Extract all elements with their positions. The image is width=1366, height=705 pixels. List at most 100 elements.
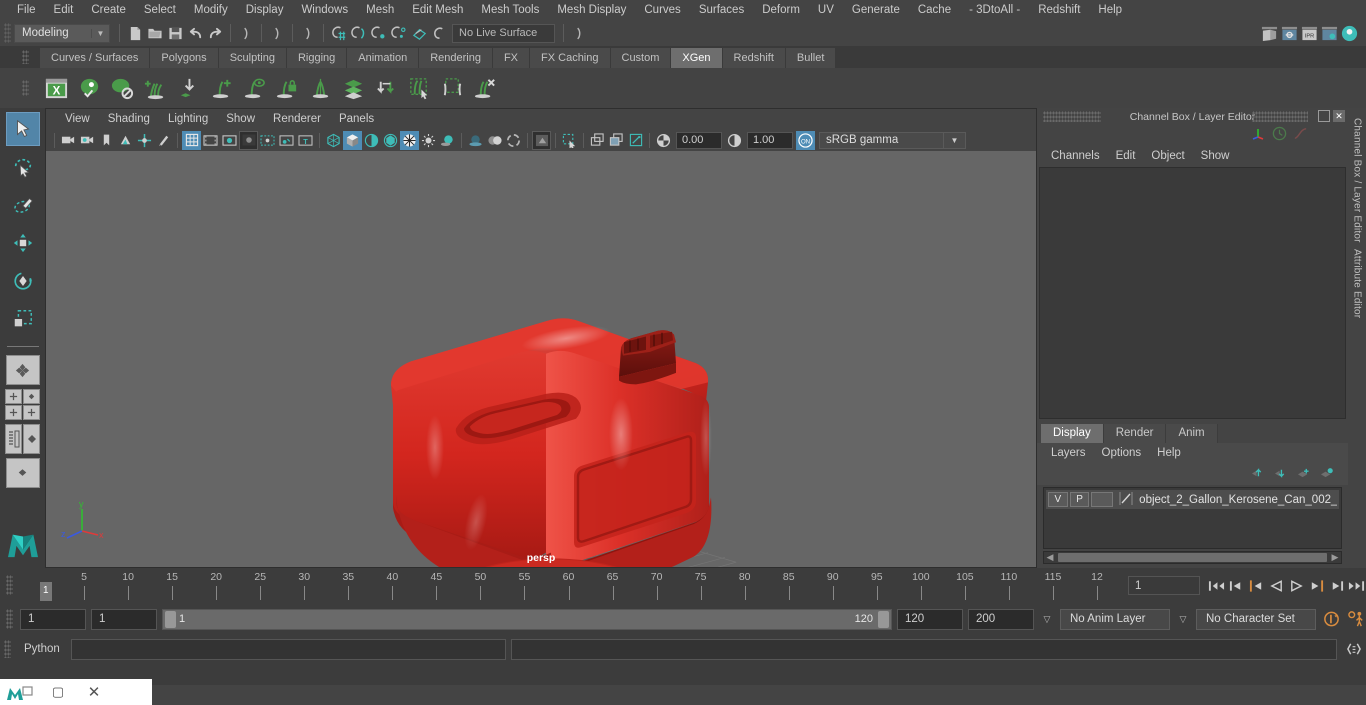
- render-settings-icon[interactable]: [1319, 23, 1339, 43]
- layout-persp-button[interactable]: [23, 389, 40, 404]
- current-frame-field[interactable]: 1: [1128, 576, 1200, 595]
- select-tool[interactable]: [5, 112, 40, 146]
- smooth-shade-all-icon[interactable]: [343, 130, 362, 150]
- screen-space-ao-icon[interactable]: [466, 131, 485, 150]
- xgen-lock-guide-icon[interactable]: [271, 71, 304, 105]
- layer-row[interactable]: V P object_2_Gallon_Kerosene_Can_002_l: [1046, 490, 1339, 509]
- save-scene-icon[interactable]: [165, 23, 185, 43]
- wireframe-shading-icon[interactable]: [324, 131, 343, 150]
- xgen-region-box-icon[interactable]: [436, 71, 469, 105]
- shelf-tab-xgen[interactable]: XGen: [671, 48, 723, 68]
- xgen-place-icon[interactable]: [172, 71, 205, 105]
- tab-anim[interactable]: Anim: [1166, 424, 1218, 443]
- animation-end-field[interactable]: 200: [968, 608, 1034, 630]
- chevron-down-icon[interactable]: ▼: [944, 131, 966, 149]
- shelf-tab-sculpting[interactable]: Sculpting: [218, 48, 287, 68]
- redo-icon[interactable]: [205, 23, 225, 43]
- image-plane-icon[interactable]: [116, 131, 135, 150]
- layout-four-pane-button[interactable]: [23, 405, 40, 420]
- time-slider-grip[interactable]: [6, 575, 13, 595]
- shelf-tab-rigging[interactable]: Rigging: [286, 48, 348, 68]
- channel-box-menu-object[interactable]: Object: [1143, 150, 1192, 162]
- menu-item-generate[interactable]: Generate: [843, 0, 909, 20]
- selection-mask-hierarchy-icon[interactable]: [236, 23, 256, 43]
- go-to-start-icon[interactable]: [1206, 575, 1226, 597]
- layout-two-pane-button[interactable]: [5, 405, 22, 420]
- xray-joints-toggle-icon[interactable]: [607, 131, 626, 150]
- xgen-select-region-icon[interactable]: [403, 71, 436, 105]
- character-set-field[interactable]: No Character Set: [1196, 608, 1316, 630]
- layer-menu-options[interactable]: Options: [1094, 447, 1150, 459]
- new-scene-icon[interactable]: [125, 23, 145, 43]
- xgen-density-map-icon[interactable]: [337, 71, 370, 105]
- menu-item-surfaces[interactable]: Surfaces: [690, 0, 753, 20]
- status-line-grip[interactable]: [4, 23, 11, 43]
- xgen-hide-icon[interactable]: [106, 71, 139, 105]
- scroll-thumb[interactable]: [1058, 553, 1327, 562]
- layout-persp-only-button[interactable]: [23, 424, 40, 454]
- snap-grid-icon[interactable]: [329, 23, 349, 43]
- open-scene-icon[interactable]: [145, 23, 165, 43]
- menu-item-help[interactable]: Help: [1089, 0, 1131, 20]
- menu-item-cache[interactable]: Cache: [909, 0, 960, 20]
- step-back-frame-icon[interactable]: [1246, 575, 1266, 597]
- viewport-menu-shading[interactable]: Shading: [99, 109, 159, 129]
- menu-item-select[interactable]: Select: [135, 0, 185, 20]
- xgen-mirror-guide-icon[interactable]: [304, 71, 337, 105]
- command-input[interactable]: [70, 638, 506, 660]
- menu-set-selector[interactable]: Modeling ▼: [14, 23, 110, 43]
- new-layer-icon[interactable]: [1296, 467, 1311, 482]
- clock-icon[interactable]: [1272, 126, 1287, 144]
- shelf-tab-rendering[interactable]: Rendering: [419, 48, 493, 68]
- panel-grip-right[interactable]: [1252, 111, 1308, 122]
- layout-single-pane-button[interactable]: [5, 389, 22, 404]
- film-origin-icon[interactable]: [258, 131, 277, 150]
- channel-box-attribute-list[interactable]: [1039, 167, 1346, 419]
- menu-item-modify[interactable]: Modify: [185, 0, 237, 20]
- play-backwards-icon[interactable]: [1266, 575, 1286, 597]
- render-current-frame-icon[interactable]: [1279, 23, 1299, 43]
- viewport-menu-renderer[interactable]: Renderer: [264, 109, 330, 129]
- gamma-icon[interactable]: [725, 131, 744, 150]
- range-bar[interactable]: 1 120: [162, 608, 892, 630]
- layer-list[interactable]: V P object_2_Gallon_Kerosene_Can_002_l: [1043, 487, 1342, 549]
- film-gate-icon[interactable]: [201, 131, 220, 150]
- command-language-label[interactable]: Python: [18, 643, 66, 655]
- step-forward-keyframe-icon[interactable]: [1326, 575, 1346, 597]
- viewport-menu-panels[interactable]: Panels: [330, 109, 383, 129]
- layout-outliner-persp-button[interactable]: [5, 424, 22, 454]
- animation-preferences-icon[interactable]: [1346, 608, 1366, 630]
- channel-box-menu-channels[interactable]: Channels: [1043, 150, 1108, 162]
- move-tool[interactable]: [6, 226, 40, 260]
- chevron-down-icon[interactable]: ▽: [1039, 614, 1055, 625]
- menu-item-file[interactable]: File: [8, 0, 45, 20]
- undo-icon[interactable]: [185, 23, 205, 43]
- restore-icon[interactable]: [1318, 110, 1330, 122]
- selection-mask-component-icon[interactable]: [298, 23, 318, 43]
- anim-layer-field[interactable]: No Anim Layer: [1060, 608, 1170, 630]
- xgen-preview-icon[interactable]: [73, 71, 106, 105]
- menu-item-windows[interactable]: Windows: [292, 0, 357, 20]
- exposure-gizmo-icon[interactable]: [626, 131, 645, 150]
- layer-playback-toggle[interactable]: P: [1069, 492, 1090, 507]
- dock-tab-attribute-editor[interactable]: Attribute Editor: [1352, 249, 1363, 318]
- selection-mask-object-icon[interactable]: [267, 23, 287, 43]
- shelf-tab-animation[interactable]: Animation: [347, 48, 420, 68]
- flat-shade-icon[interactable]: [381, 131, 400, 150]
- playback-start-field[interactable]: 1: [91, 608, 157, 630]
- menu-item-mesh[interactable]: Mesh: [357, 0, 403, 20]
- menu-item-edit[interactable]: Edit: [45, 0, 83, 20]
- shelf-tab-fx-caching[interactable]: FX Caching: [530, 48, 611, 68]
- command-line-grip[interactable]: [4, 640, 11, 658]
- show-render-view-icon[interactable]: [1259, 23, 1279, 43]
- paint-select-tool[interactable]: [6, 188, 40, 222]
- range-slider-grip[interactable]: [6, 609, 13, 629]
- menu-item-create[interactable]: Create: [82, 0, 135, 20]
- layer-list-scrollbar[interactable]: ◀ ▶: [1043, 551, 1342, 564]
- viewport-canvas[interactable]: y x z persp: [46, 151, 1036, 567]
- playback-end-field[interactable]: 120: [897, 608, 963, 630]
- shelf-tab-redshift[interactable]: Redshift: [722, 48, 786, 68]
- selection-mask-all-icon[interactable]: [569, 23, 589, 43]
- menu-item-mesh-display[interactable]: Mesh Display: [548, 0, 635, 20]
- last-tool-used[interactable]: [5, 355, 40, 385]
